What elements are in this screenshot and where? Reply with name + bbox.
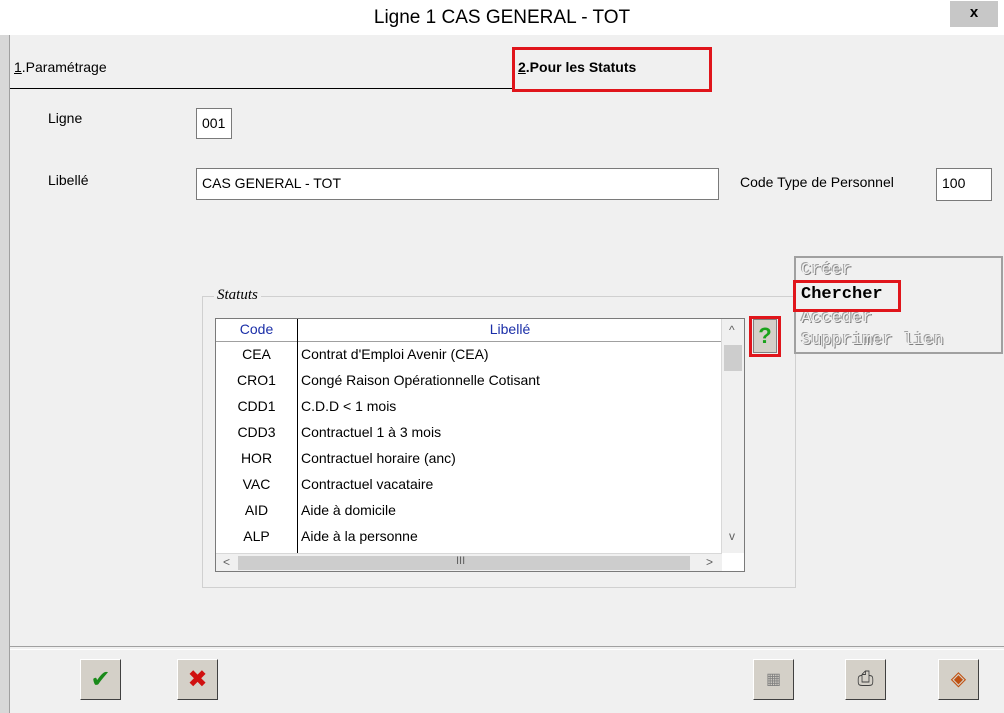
cell-code: VAC (242, 476, 271, 492)
code-type-personnel-field[interactable]: 100 (936, 168, 992, 201)
horizontal-scroll-thumb[interactable]: III (238, 555, 690, 570)
cell-code: HOR (240, 450, 273, 466)
statuts-legend: Statuts (214, 287, 261, 304)
checkmark-icon: ✔ (90, 666, 111, 693)
tab-parametrage[interactable]: 1.Paramétrage (10, 50, 513, 89)
cell-libelle: Contractuel vacataire (301, 476, 434, 492)
vertical-scroll-thumb[interactable] (724, 345, 742, 371)
table-row[interactable]: CDD3 Contractuel 1 à 3 mois (216, 421, 722, 447)
cell-libelle: Contractuel horaire (anc) (301, 450, 456, 466)
toolbar-separator (10, 646, 1004, 650)
tab-pour-les-statuts[interactable]: 2.Pour les Statuts (512, 50, 712, 88)
cell-libelle: Congé Raison Opérationnelle Cotisant (301, 372, 540, 388)
libelle-label: Libellé (48, 172, 89, 188)
exit-button[interactable]: ◈ (938, 659, 979, 700)
cell-libelle: C.D.D < 1 mois (301, 398, 397, 414)
horizontal-scrollbar[interactable]: < III > (216, 553, 722, 571)
statuts-list[interactable]: Code Libellé CEA Contrat d'Emploi Avenir… (215, 318, 745, 572)
cell-code: CRO1 (237, 372, 276, 388)
cell-code: AID (244, 502, 269, 518)
scroll-right-icon[interactable]: > (706, 555, 713, 569)
calculator-button[interactable]: ▦ (753, 659, 794, 700)
table-row[interactable]: HOR Contractuel horaire (anc) (216, 447, 722, 473)
cell-code: CDD3 (237, 424, 276, 440)
printer-icon: ⎙ (857, 668, 874, 690)
window-title: Ligne 1 CAS GENERAL - TOT (373, 7, 631, 28)
title-bar: Ligne 1 CAS GENERAL - TOT x (0, 0, 1004, 35)
vertical-scrollbar[interactable]: ^ v (721, 319, 744, 553)
menu-item-creer[interactable]: Créer (801, 261, 852, 280)
cell-code: ALP (243, 528, 270, 544)
column-header-libelle[interactable]: Libellé (298, 321, 722, 337)
calculator-icon: ▦ (765, 671, 782, 688)
table-row[interactable]: AID Aide à domicile (216, 499, 722, 525)
cell-code: CEA (242, 346, 271, 362)
cell-libelle: Contrat d'Emploi Avenir (CEA) (301, 346, 489, 362)
menu-item-supprimer-lien[interactable]: Supprimer lien (801, 331, 944, 350)
menu-item-acceder[interactable]: Accéder (801, 309, 872, 328)
list-header: Code Libellé (216, 319, 722, 342)
context-menu: Créer Chercher Accéder Supprimer lien (794, 256, 1003, 354)
scroll-left-icon[interactable]: < (223, 555, 230, 569)
table-row[interactable]: CDD1 C.D.D < 1 mois (216, 395, 722, 421)
cell-libelle: Contractuel 1 à 3 mois (301, 424, 442, 440)
exit-icon: ◈ (950, 668, 967, 690)
tab-statuts-label: 2.Pour les Statuts (518, 59, 637, 75)
scroll-up-icon[interactable]: ^ (729, 323, 735, 337)
column-header-code[interactable]: Code (216, 321, 297, 337)
cancel-button[interactable]: ✖ (177, 659, 218, 700)
cell-libelle: Aide à domicile (301, 502, 396, 518)
table-row[interactable]: CEA Contrat d'Emploi Avenir (CEA) (216, 343, 722, 369)
table-row[interactable]: ALP Aide à la personne (216, 525, 722, 551)
help-button[interactable]: ? (753, 319, 777, 353)
libelle-field[interactable]: CAS GENERAL - TOT (196, 168, 719, 200)
window-left-border (0, 35, 10, 713)
tab-parametrage-label: 1.Paramétrage (14, 59, 107, 75)
scroll-down-icon[interactable]: v (729, 529, 735, 543)
menu-item-chercher[interactable]: Chercher (801, 285, 883, 304)
ligne-label: Ligne (48, 110, 83, 126)
scroll-grip: III (456, 555, 466, 567)
print-button[interactable]: ⎙ (845, 659, 886, 700)
cell-code: CDD1 (237, 398, 276, 414)
validate-button[interactable]: ✔ (80, 659, 121, 700)
code-type-personnel-label: Code Type de Personnel (740, 174, 894, 190)
close-button[interactable]: x (950, 1, 998, 27)
table-row[interactable]: CRO1 Congé Raison Opérationnelle Cotisan… (216, 369, 722, 395)
cell-libelle: Aide à la personne (301, 528, 418, 544)
cross-icon: ✖ (187, 666, 208, 693)
table-row[interactable]: VAC Contractuel vacataire (216, 473, 722, 499)
ligne-field[interactable]: 001 (196, 108, 232, 139)
